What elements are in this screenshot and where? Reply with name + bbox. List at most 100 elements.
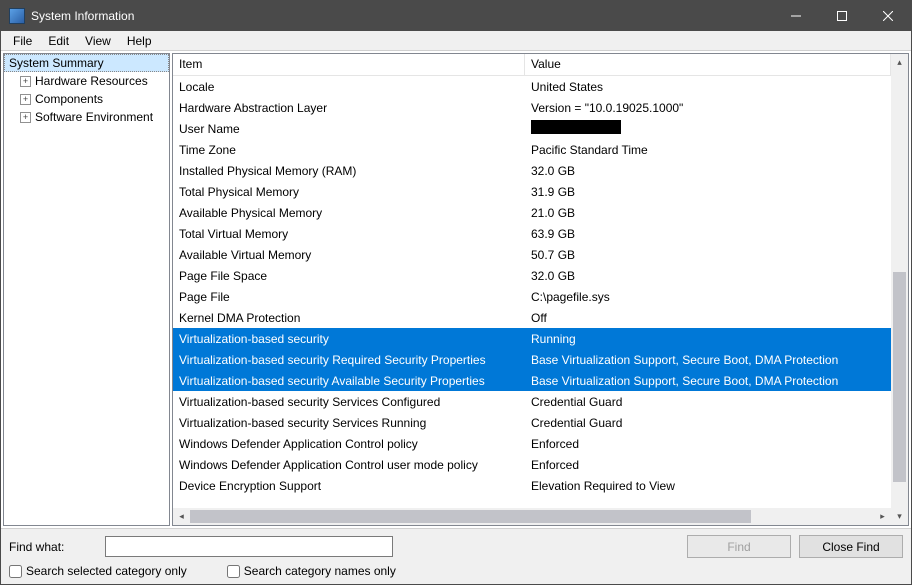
cell-value: 50.7 GB [525,248,891,262]
app-icon [9,8,25,24]
category-tree[interactable]: System Summary + Hardware Resources + Co… [3,53,170,526]
tree-item-label: Software Environment [35,110,153,124]
cell-item: Page File Space [173,269,525,283]
menu-help[interactable]: Help [119,32,160,50]
cell-value: Base Virtualization Support, Secure Boot… [525,374,891,388]
scroll-right-icon[interactable]: ▸ [874,508,891,525]
list-row[interactable]: Available Virtual Memory50.7 GB [173,244,891,265]
list-row[interactable]: Page File Space32.0 GB [173,265,891,286]
menu-edit[interactable]: Edit [40,32,77,50]
checkbox-icon[interactable] [9,565,22,578]
list-row[interactable]: Total Virtual Memory63.9 GB [173,223,891,244]
cell-item: Page File [173,290,525,304]
list-row[interactable]: Device Encryption SupportElevation Requi… [173,475,891,496]
minimize-button[interactable] [773,1,819,31]
scroll-left-icon[interactable]: ◂ [173,508,190,525]
list-row[interactable]: LocaleUnited States [173,76,891,97]
cell-item: Total Virtual Memory [173,227,525,241]
menu-view[interactable]: View [77,32,119,50]
redacted-value [531,120,621,134]
column-header-value[interactable]: Value [525,54,891,75]
details-list: Item Value LocaleUnited StatesHardware A… [172,53,909,526]
tree-item-software-environment[interactable]: + Software Environment [4,108,169,126]
cell-value: 32.0 GB [525,164,891,178]
tree-item-components[interactable]: + Components [4,90,169,108]
search-category-names-checkbox[interactable]: Search category names only [227,564,396,578]
hscroll-track[interactable] [190,508,874,525]
cell-item: Virtualization-based security [173,332,525,346]
list-row[interactable]: User Name [173,118,891,139]
cell-value: Enforced [525,458,891,472]
tree-item-label: Hardware Resources [35,74,148,88]
cell-item: Total Physical Memory [173,185,525,199]
cell-item: Windows Defender Application Control use… [173,458,525,472]
app-window: System Information File Edit View Help S… [0,0,912,585]
horizontal-scrollbar[interactable]: ◂ ▸ [173,508,891,525]
cell-item: User Name [173,122,525,136]
vscroll-thumb[interactable] [893,272,906,482]
list-header: Item Value [173,54,891,76]
close-find-button[interactable]: Close Find [799,535,903,558]
cell-item: Windows Defender Application Control pol… [173,437,525,451]
expand-icon[interactable]: + [20,112,31,123]
list-row[interactable]: Virtualization-based security Services R… [173,412,891,433]
list-body[interactable]: LocaleUnited StatesHardware Abstraction … [173,76,891,508]
find-label: Find what: [9,540,97,554]
vscroll-track[interactable] [891,71,908,508]
hscroll-thumb[interactable] [190,510,751,523]
find-input[interactable] [105,536,393,557]
search-selected-category-checkbox[interactable]: Search selected category only [9,564,187,578]
maximize-button[interactable] [819,1,865,31]
cell-value: 21.0 GB [525,206,891,220]
list-row[interactable]: Time ZonePacific Standard Time [173,139,891,160]
scroll-up-icon[interactable]: ▴ [891,54,908,71]
cell-value: Pacific Standard Time [525,143,891,157]
cell-value [525,120,891,137]
list-row[interactable]: Windows Defender Application Control pol… [173,433,891,454]
column-header-item[interactable]: Item [173,54,525,75]
scroll-down-icon[interactable]: ▾ [891,508,908,525]
main-area: System Summary + Hardware Resources + Co… [1,51,911,528]
cell-item: Device Encryption Support [173,479,525,493]
cell-item: Time Zone [173,143,525,157]
list-row[interactable]: Virtualization-based security Required S… [173,349,891,370]
tree-root-label: System Summary [9,56,104,70]
vertical-scrollbar[interactable]: ▴ ▾ [891,54,908,525]
checkbox-icon[interactable] [227,565,240,578]
list-row[interactable]: Virtualization-based security Services C… [173,391,891,412]
cell-item: Hardware Abstraction Layer [173,101,525,115]
cell-value: Running [525,332,891,346]
cell-value: C:\pagefile.sys [525,290,891,304]
list-row[interactable]: Available Physical Memory21.0 GB [173,202,891,223]
cell-item: Virtualization-based security Services R… [173,416,525,430]
expand-icon[interactable]: + [20,94,31,105]
list-row[interactable]: Total Physical Memory31.9 GB [173,181,891,202]
list-row[interactable]: Page FileC:\pagefile.sys [173,286,891,307]
close-button[interactable] [865,1,911,31]
list-row[interactable]: Virtualization-based securityRunning [173,328,891,349]
find-button[interactable]: Find [687,535,791,558]
expand-icon[interactable]: + [20,76,31,87]
titlebar[interactable]: System Information [1,1,911,31]
cell-value: Credential Guard [525,416,891,430]
cell-value: Off [525,311,891,325]
window-controls [773,1,911,31]
tree-root-system-summary[interactable]: System Summary [4,54,169,72]
cell-item: Locale [173,80,525,94]
list-row[interactable]: Hardware Abstraction LayerVersion = "10.… [173,97,891,118]
list-row[interactable]: Virtualization-based security Available … [173,370,891,391]
list-row[interactable]: Windows Defender Application Control use… [173,454,891,475]
tree-item-hardware-resources[interactable]: + Hardware Resources [4,72,169,90]
cell-item: Virtualization-based security Required S… [173,353,525,367]
cell-value: Elevation Required to View [525,479,891,493]
cell-item: Virtualization-based security Services C… [173,395,525,409]
tree-item-label: Components [35,92,103,106]
cell-value: United States [525,80,891,94]
cell-item: Installed Physical Memory (RAM) [173,164,525,178]
checkbox-label: Search selected category only [26,564,187,578]
window-title: System Information [31,9,773,23]
list-row[interactable]: Installed Physical Memory (RAM)32.0 GB [173,160,891,181]
cell-item: Available Physical Memory [173,206,525,220]
list-row[interactable]: Kernel DMA ProtectionOff [173,307,891,328]
menu-file[interactable]: File [5,32,40,50]
